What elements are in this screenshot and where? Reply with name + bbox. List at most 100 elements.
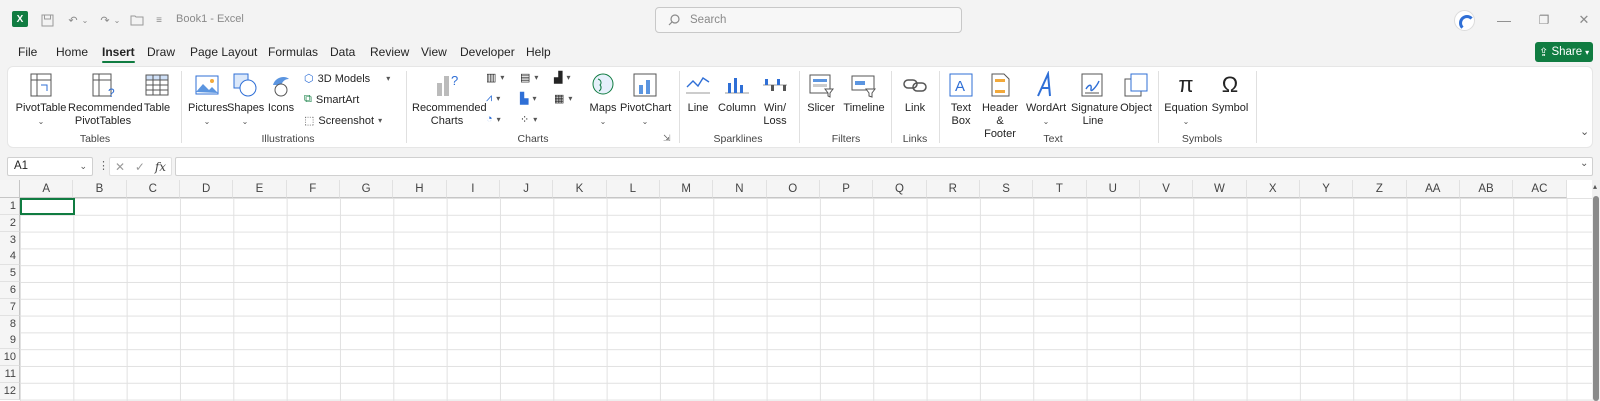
timeline-button[interactable]: Timeline — [842, 71, 886, 115]
insert-column-chart-button[interactable]: ▥ ▾ — [486, 71, 504, 84]
column-header[interactable]: Y — [1299, 180, 1354, 198]
row-header[interactable]: 8 — [0, 315, 20, 333]
restore-button[interactable]: ❐ — [1533, 10, 1555, 30]
active-cell[interactable] — [20, 198, 75, 215]
pictures-button[interactable]: Pictures ⌄ — [188, 71, 228, 128]
customize-toolbar-icon[interactable]: ≡ — [152, 10, 166, 30]
tab-view[interactable]: View — [421, 45, 447, 59]
column-header[interactable]: S — [979, 180, 1034, 198]
column-header[interactable]: Q — [873, 180, 927, 198]
close-button[interactable]: ✕ — [1573, 10, 1595, 30]
insert-pie-chart-button[interactable]: ◔ ▾ — [486, 113, 501, 125]
tab-file[interactable]: File — [18, 45, 37, 59]
tab-help[interactable]: Help — [526, 45, 551, 59]
column-header[interactable]: AC — [1513, 180, 1567, 198]
redo-dropdown-icon[interactable]: ⌄ — [112, 10, 122, 30]
tab-data[interactable]: Data — [330, 45, 355, 59]
sparkline-winloss-button[interactable]: Win/ Loss — [760, 71, 790, 128]
column-header[interactable]: AA — [1406, 180, 1460, 198]
recommended-pivottables-button[interactable]: ? Recommended PivotTables — [68, 71, 143, 128]
object-button[interactable]: Object — [1118, 71, 1154, 115]
insert-function-icon[interactable]: fx — [155, 160, 166, 174]
row-header[interactable]: 12 — [0, 382, 20, 400]
column-header[interactable]: A — [20, 180, 74, 198]
dialog-launcher-icon[interactable]: ⇲ — [663, 133, 671, 144]
tab-draw[interactable]: Draw — [147, 45, 175, 59]
column-header[interactable]: H — [393, 180, 447, 198]
column-header[interactable]: C — [126, 180, 180, 198]
insert-waterfall-chart-button[interactable]: ▟ ▾ — [554, 71, 570, 84]
row-header[interactable]: 3 — [0, 231, 20, 249]
symbol-button[interactable]: Ω Symbol — [1210, 71, 1250, 115]
insert-statistic-chart-button[interactable]: ▙ ▾ — [520, 92, 536, 105]
tab-home[interactable]: Home — [56, 45, 88, 59]
column-header[interactable]: I — [446, 180, 500, 198]
collapse-ribbon-icon[interactable]: ⌄ — [1580, 125, 1589, 138]
column-header[interactable]: J — [499, 180, 554, 198]
text-box-button[interactable]: A Text Box — [946, 71, 976, 128]
screenshot-button[interactable]: ⬚ Screenshot ▾ — [304, 114, 382, 128]
pivotchart-button[interactable]: PivotChart ⌄ — [620, 71, 671, 128]
insert-line-chart-button[interactable]: ⩘ ▾ — [486, 92, 500, 105]
select-all-corner[interactable] — [0, 180, 20, 198]
column-header[interactable]: D — [179, 180, 234, 198]
column-header[interactable]: N — [713, 180, 767, 198]
undo-dropdown-icon[interactable]: ⌄ — [80, 10, 90, 30]
worksheet-grid[interactable]: A B C D E F G H I J K L M N O P Q R S T U V W X Y Z AA AB AC 1234567… — [0, 180, 1600, 401]
cancel-icon[interactable]: ✕ — [115, 160, 125, 174]
column-header[interactable]: M — [659, 180, 714, 198]
save-icon[interactable] — [38, 10, 56, 30]
column-header[interactable]: L — [606, 180, 660, 198]
shapes-button[interactable]: Shapes ⌄ — [227, 71, 264, 128]
column-header[interactable]: G — [339, 180, 394, 198]
row-header[interactable]: 4 — [0, 248, 20, 266]
column-header[interactable]: R — [926, 180, 980, 198]
scrollbar-thumb[interactable] — [1593, 196, 1599, 401]
tab-insert[interactable]: Insert — [102, 45, 135, 63]
column-header[interactable]: P — [819, 180, 874, 198]
row-header[interactable]: 11 — [0, 366, 20, 383]
search-input[interactable]: Search — [655, 7, 962, 33]
column-header[interactable]: V — [1139, 180, 1194, 198]
expand-formula-bar-icon[interactable]: ⌄ — [1580, 158, 1588, 169]
wordart-button[interactable]: WordArt ⌄ — [1026, 70, 1066, 128]
row-header[interactable]: 6 — [0, 282, 20, 299]
insert-hierarchy-chart-button[interactable]: ▤ ▾ — [520, 71, 538, 84]
tab-page-layout[interactable]: Page Layout — [190, 45, 257, 59]
column-header[interactable]: X — [1246, 180, 1300, 198]
name-box[interactable]: A1 ⌄ — [7, 157, 93, 176]
account-avatar[interactable] — [1454, 10, 1475, 31]
formula-input[interactable] — [175, 157, 1593, 176]
row-header[interactable]: 7 — [0, 298, 20, 316]
open-folder-icon[interactable] — [128, 10, 146, 30]
maps-button[interactable]: Maps ⌄ — [588, 71, 618, 128]
smartart-button[interactable]: ⧉ SmartArt — [304, 93, 359, 106]
tab-formulas[interactable]: Formulas — [268, 45, 318, 59]
share-button[interactable]: ⇪ Share ▾ — [1535, 42, 1593, 62]
column-header[interactable]: F — [286, 180, 340, 198]
pivottable-button[interactable]: PivotTable ⌄ — [12, 71, 70, 128]
column-header[interactable]: T — [1033, 180, 1087, 198]
scroll-up-icon[interactable]: ▴ — [1593, 182, 1597, 191]
equation-button[interactable]: π Equation ⌄ — [1164, 71, 1208, 128]
3d-models-button[interactable]: ⬡ 3D Models ▾ — [304, 72, 390, 86]
tab-developer[interactable]: Developer — [460, 45, 515, 59]
more-options-icon[interactable]: ⋮ — [98, 159, 109, 172]
row-header[interactable]: 9 — [0, 332, 20, 350]
column-header[interactable]: W — [1193, 180, 1247, 198]
column-header[interactable]: B — [73, 180, 127, 198]
row-header[interactable]: 1 — [0, 198, 20, 215]
vertical-scrollbar[interactable]: ▴ — [1592, 180, 1600, 401]
insert-scatter-chart-button[interactable]: ⁘ ▾ — [520, 113, 537, 126]
column-header[interactable]: Z — [1353, 180, 1407, 198]
sparkline-column-button[interactable]: Column — [717, 71, 757, 115]
column-header[interactable]: K — [553, 180, 607, 198]
table-button[interactable]: Table — [140, 71, 174, 115]
column-header[interactable]: O — [766, 180, 820, 198]
row-header[interactable]: 5 — [0, 265, 20, 283]
row-header[interactable]: 10 — [0, 349, 20, 367]
minimize-button[interactable]: — — [1493, 10, 1515, 30]
recommended-charts-button[interactable]: ? Recommended Charts — [412, 71, 487, 128]
slicer-button[interactable]: Slicer — [806, 71, 836, 115]
cell-grid[interactable] — [20, 198, 1592, 401]
